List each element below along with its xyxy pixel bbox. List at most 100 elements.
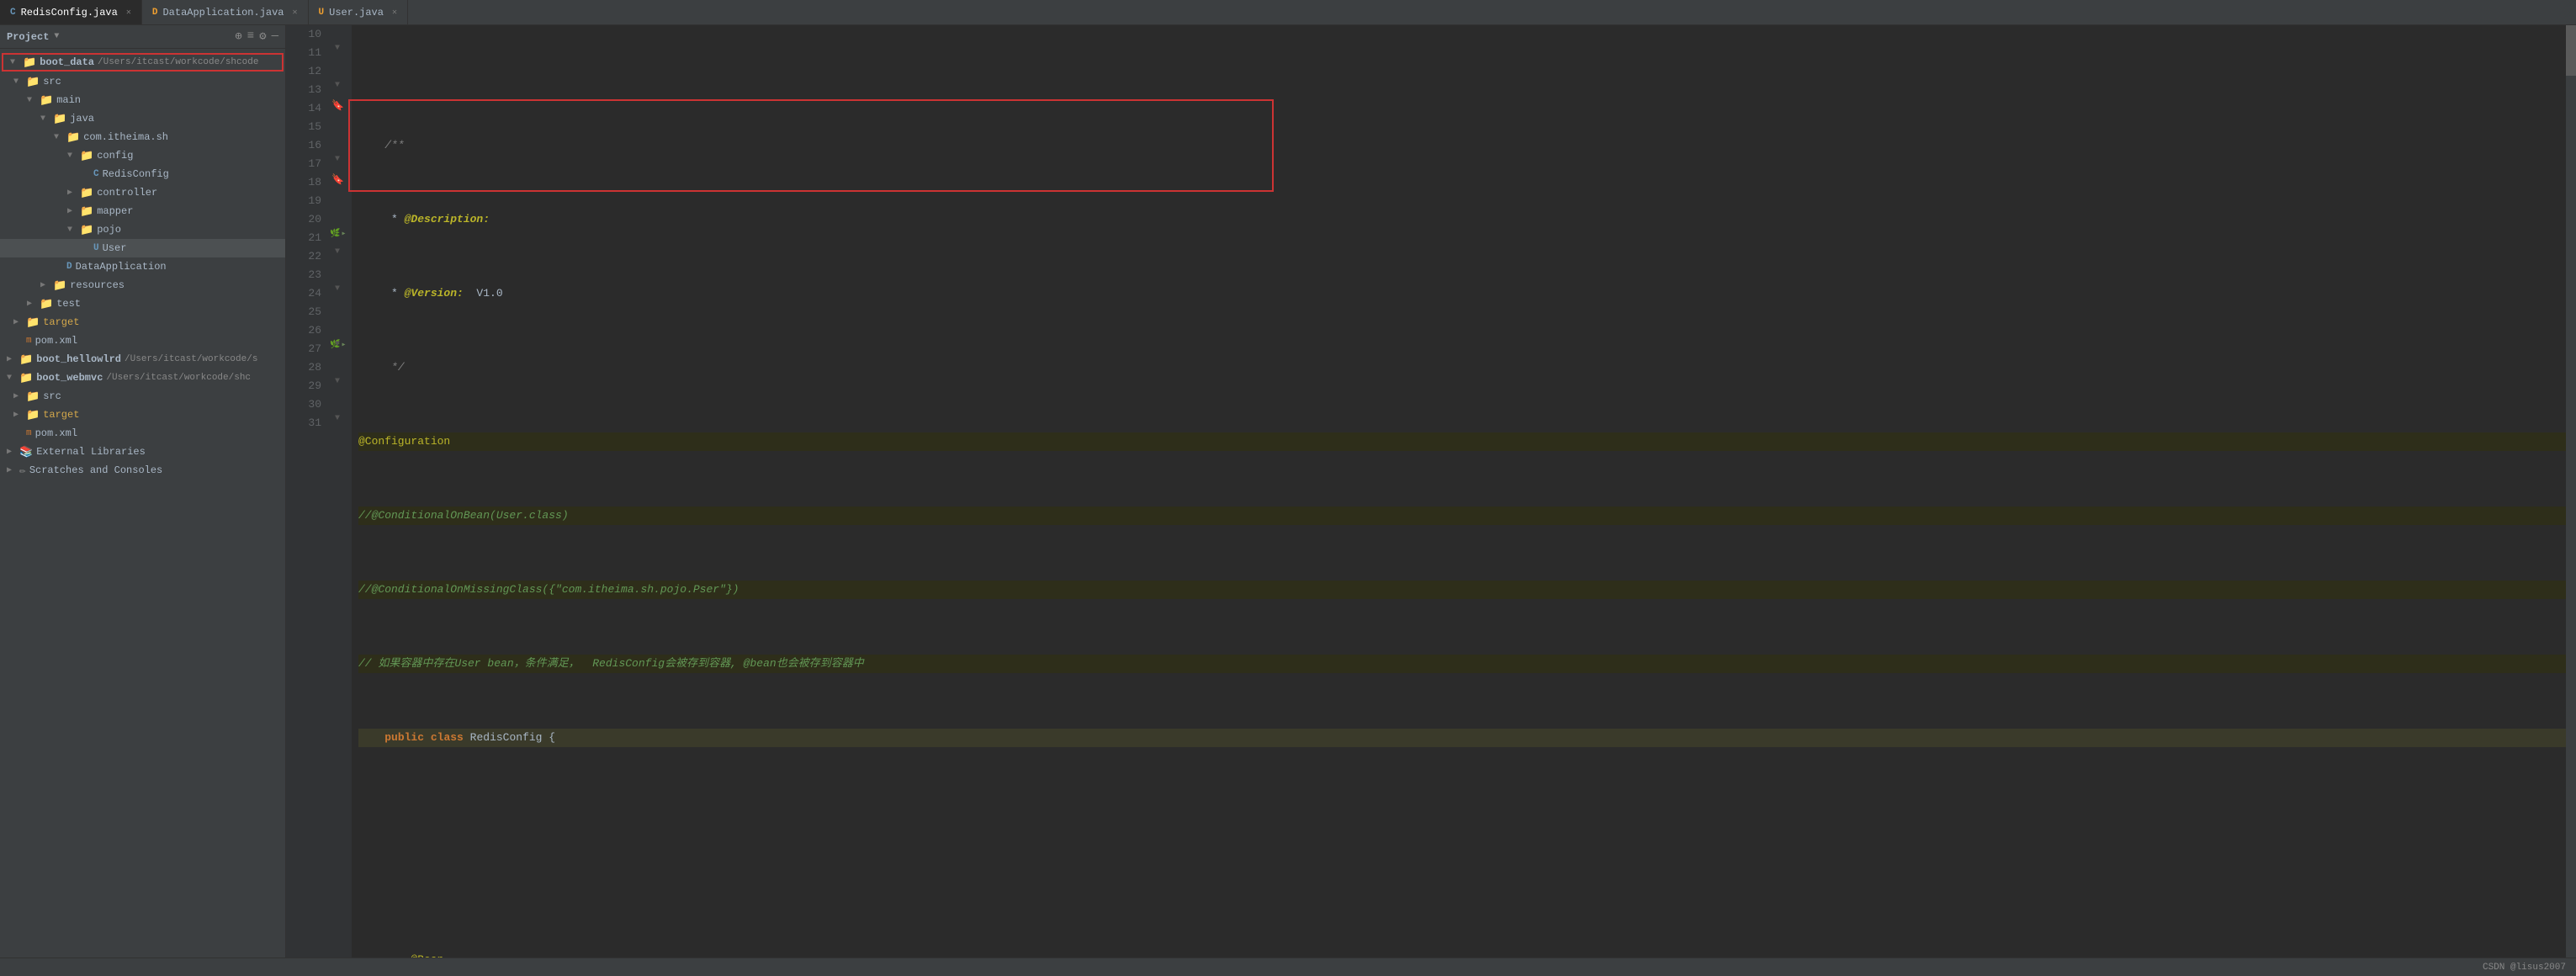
scrollbar-indicator[interactable]	[2566, 25, 2576, 957]
tree-item-mapper[interactable]: ▶ 📁 mapper	[0, 202, 285, 220]
tree-item-main[interactable]: ▼ 📁 main	[0, 91, 285, 109]
folder-icon-webmvc-src: 📁	[26, 390, 40, 403]
main-area: Project ▼ ⊕ ≡ ⚙ — ▼ 📁 boot_data /Users/i…	[0, 25, 2576, 957]
tree-item-com-itheima[interactable]: ▼ 📁 com.itheima.sh	[0, 128, 285, 146]
ln-28: 28	[293, 358, 321, 377]
fold-18[interactable]: ▼	[335, 155, 340, 164]
tree-label-controller: controller	[97, 187, 157, 199]
fold-23[interactable]: ▼	[335, 284, 340, 294]
tab-redisconfig[interactable]: C RedisConfig.java ✕	[0, 0, 142, 24]
tree-label-pom: pom.xml	[35, 335, 77, 347]
libs-icon: 📚	[19, 446, 33, 459]
collapse-icon[interactable]: ≡	[247, 29, 254, 44]
tab-dataapplication[interactable]: D DataApplication.java ✕	[142, 0, 309, 24]
java-icon-redisconfig: C	[93, 169, 99, 179]
tree-item-webmvc-pom[interactable]: m pom.xml	[0, 424, 285, 443]
tree-item-controller[interactable]: ▶ 📁 controller	[0, 183, 285, 202]
tree-item-test[interactable]: ▶ 📁 test	[0, 294, 285, 313]
tab-label-redisconfig: RedisConfig.java	[21, 7, 118, 19]
folder-icon-boot-data: 📁	[23, 56, 36, 69]
ln-10: 10	[293, 25, 321, 44]
tree-label-boot-data: boot_data	[40, 56, 94, 68]
code-line-17: // 如果容器中存在User bean，条件满足， RedisConfig会被存…	[358, 655, 2566, 673]
code-line-15: //@ConditionalOnBean(User.class)	[358, 507, 2566, 525]
ln-23: 23	[293, 266, 321, 284]
tree-label-java: java	[70, 113, 94, 125]
tree-item-src[interactable]: ▼ 📁 src	[0, 72, 285, 91]
sidebar-title-label: Project	[7, 31, 49, 43]
line-numbers: 10 11 12 13 14 15 16 17 18 19 20 21 22 2…	[286, 25, 328, 957]
tab-close-redisconfig[interactable]: ✕	[126, 8, 131, 18]
tree-item-user[interactable]: U User	[0, 239, 285, 257]
scratches-icon: ✏	[19, 464, 26, 477]
fold-13[interactable]: ▼	[335, 81, 340, 90]
sidebar-header: Project ▼ ⊕ ≡ ⚙ —	[0, 25, 285, 49]
arrow-boot-webmvc: ▼	[7, 374, 17, 383]
fold-27[interactable]: ▼	[335, 340, 340, 349]
code-line-11: * @Description:	[358, 210, 2566, 229]
tree-item-external-libs[interactable]: ▶ 📚 External Libraries	[0, 443, 285, 461]
ln-24: 24	[293, 284, 321, 303]
arrow-boot-hellowlrd: ▶	[7, 354, 17, 364]
arrow-java: ▼	[40, 114, 50, 124]
code-line-10: /**	[358, 136, 2566, 155]
ln-27: 27	[293, 340, 321, 358]
tree-label-src: src	[43, 76, 61, 88]
tree-label-redisconfig: RedisConfig	[103, 168, 169, 180]
fold-30[interactable]: ▼	[335, 414, 340, 423]
ln-15: 15	[293, 118, 321, 136]
code-line-21: @Bean	[358, 951, 2566, 957]
ln-16: 16	[293, 136, 321, 155]
tree-label-webmvc-target: target	[43, 409, 79, 421]
tree-item-pom[interactable]: m pom.xml	[0, 332, 285, 350]
tree-item-boot-hellowlrd[interactable]: ▶ 📁 boot_hellowlrd /Users/itcast/workcod…	[0, 350, 285, 369]
arrow-test: ▶	[27, 299, 37, 309]
ln-25: 25	[293, 303, 321, 321]
tree-item-target[interactable]: ▶ 📁 target	[0, 313, 285, 332]
ln-11: 11	[293, 44, 321, 62]
ln-26: 26	[293, 321, 321, 340]
tree-item-dataapplication[interactable]: D DataApplication	[0, 257, 285, 276]
arrow-boot-data: ▼	[10, 58, 20, 67]
sidebar-dropdown-icon[interactable]: ▼	[54, 32, 59, 41]
tab-label-user: User.java	[329, 7, 384, 19]
code-line-16: //@ConditionalOnMissingClass({"com.ithei…	[358, 581, 2566, 599]
settings-icon[interactable]: ⚙	[259, 29, 266, 44]
tree-item-resources[interactable]: ▶ 📁 resources	[0, 276, 285, 294]
xml-icon-webmvc-pom: m	[26, 428, 32, 438]
ln-19: 19	[293, 192, 321, 210]
tab-close-user[interactable]: ✕	[392, 8, 397, 18]
fold-22[interactable]: ▼	[335, 247, 340, 257]
tree-item-pojo[interactable]: ▼ 📁 pojo	[0, 220, 285, 239]
tab-close-dataapp[interactable]: ✕	[293, 8, 298, 18]
fold-11[interactable]: ▼	[335, 44, 340, 53]
tree-item-boot-data[interactable]: ▼ 📁 boot_data /Users/itcast/workcode/shc…	[2, 53, 284, 72]
tree-item-boot-webmvc[interactable]: ▼ 📁 boot_webmvc /Users/itcast/workcode/s…	[0, 369, 285, 387]
scrollbar-thumb[interactable]	[2566, 25, 2576, 76]
sidebar-header-icons: ⊕ ≡ ⚙ —	[235, 29, 278, 44]
sync-icon[interactable]: ⊕	[235, 29, 241, 44]
tree-item-scratches[interactable]: ▶ ✏ Scratches and Consoles	[0, 461, 285, 480]
minimize-icon[interactable]: —	[272, 29, 278, 44]
tree-item-webmvc-target[interactable]: ▶ 📁 target	[0, 406, 285, 424]
code-container[interactable]: 10 11 12 13 14 15 16 17 18 19 20 21 22 2…	[286, 25, 2576, 957]
tree-item-webmvc-src[interactable]: ▶ 📁 src	[0, 387, 285, 406]
folder-icon-main: 📁	[40, 94, 53, 107]
tree-item-java[interactable]: ▼ 📁 java	[0, 109, 285, 128]
folder-icon-controller: 📁	[80, 187, 93, 199]
arrow-webmvc-target: ▶	[13, 410, 24, 420]
tree-label-mapper: mapper	[97, 205, 133, 217]
tab-icon-dataapp: D	[152, 8, 158, 18]
tab-label-dataapp: DataApplication.java	[162, 7, 284, 19]
tree-item-config[interactable]: ▼ 📁 config	[0, 146, 285, 165]
tree-label-dataapp: DataApplication	[76, 261, 167, 273]
ln-20: 20	[293, 210, 321, 229]
tab-user[interactable]: U User.java ✕	[309, 0, 408, 24]
tree-item-redisconfig[interactable]: C RedisConfig	[0, 165, 285, 183]
code-line-14: @Configuration	[358, 432, 2566, 451]
code-line-19	[358, 803, 2566, 821]
code-content[interactable]: /** * @Description: * @Version: V1.0 */ …	[352, 25, 2566, 957]
ln-17: 17	[293, 155, 321, 173]
fold-28[interactable]: ▼	[335, 377, 340, 386]
folder-icon-boot-hellowlrd: 📁	[19, 353, 33, 366]
